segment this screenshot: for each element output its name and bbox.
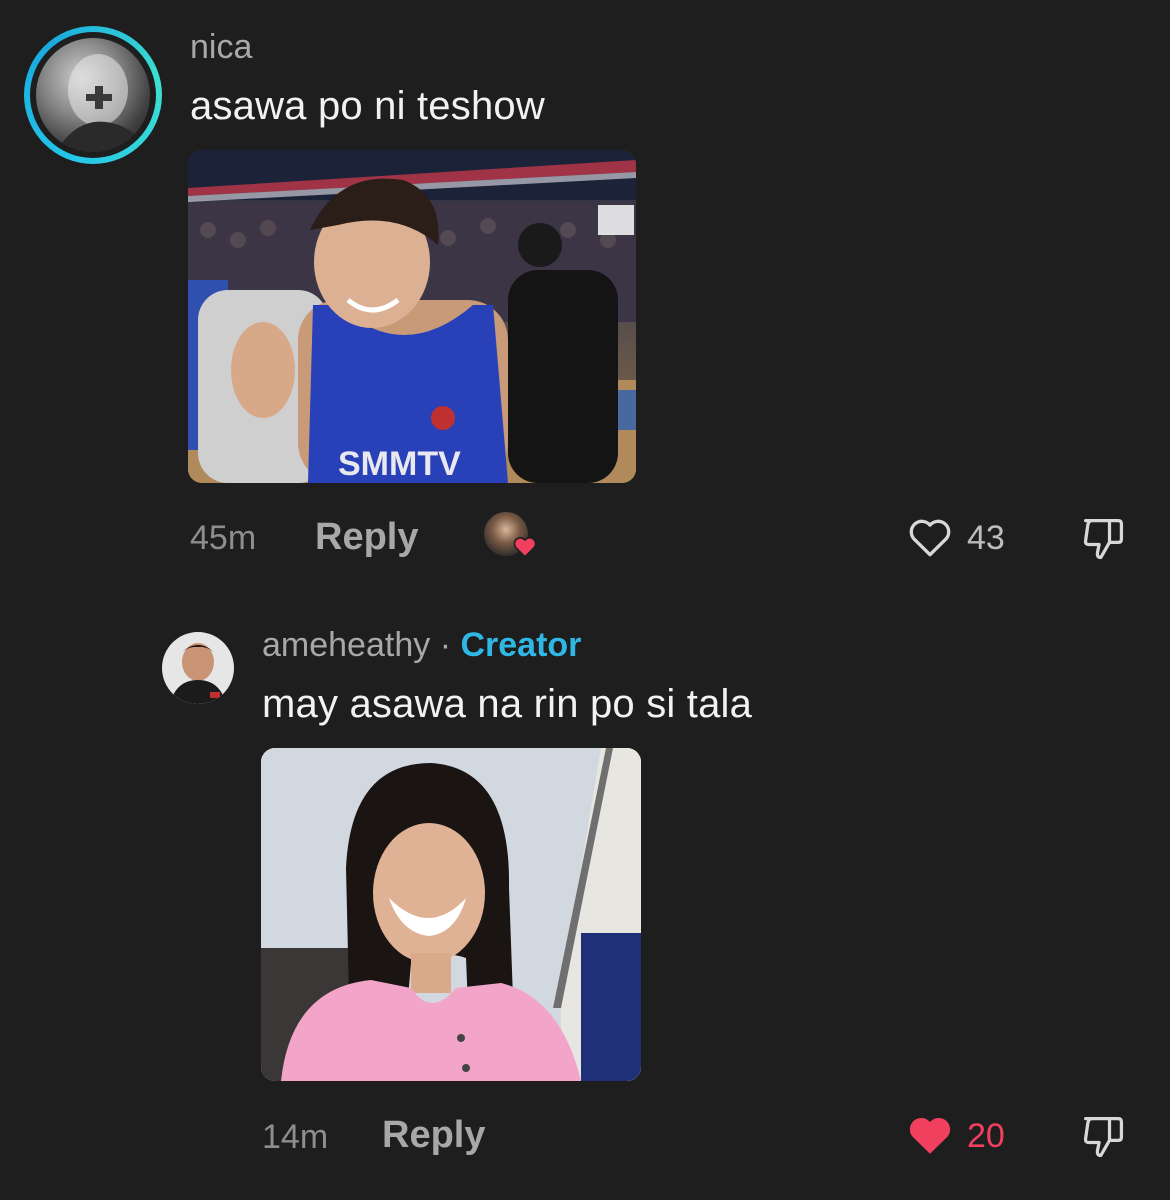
creator-badge: Creator (460, 626, 582, 664)
heart-outline-icon[interactable] (904, 512, 956, 562)
creator-liked-badge (484, 512, 540, 562)
avatar-portrait-icon (162, 632, 234, 704)
comment-username[interactable]: nica (190, 28, 252, 67)
avatar-gap (30, 32, 156, 158)
basketball-player-photo: SMMTV (188, 150, 636, 483)
reply-time: 14m (262, 1118, 329, 1156)
thumbs-down-icon[interactable] (1076, 512, 1130, 564)
comment-photo[interactable]: SMMTV (188, 150, 636, 483)
thumbs-down-icon[interactable] (1076, 1110, 1130, 1162)
reply-username[interactable]: ameheathy (262, 626, 430, 664)
reply-photo[interactable] (261, 748, 641, 1081)
reply-button[interactable]: Reply (382, 1114, 485, 1157)
username-separator: · (439, 626, 452, 664)
reply-text: may asawa na rin po si tala (262, 682, 753, 726)
like-count: 43 (967, 519, 1005, 557)
heart-filled-icon[interactable] (904, 1110, 956, 1160)
commenter-avatar-ring[interactable] (24, 26, 162, 164)
avatar-portrait-icon (56, 54, 146, 152)
creator-avatar[interactable] (162, 632, 234, 704)
comment-text: asawa po ni teshow (190, 84, 545, 128)
commenter-avatar (36, 38, 150, 152)
reply-button[interactable]: Reply (315, 516, 418, 559)
smiling-woman-photo (261, 748, 641, 1081)
like-count: 20 (967, 1117, 1005, 1155)
comment-time: 45m (190, 519, 257, 557)
creator-heart-badge-icon (513, 536, 537, 558)
jersey-text: SMMTV (338, 445, 461, 483)
